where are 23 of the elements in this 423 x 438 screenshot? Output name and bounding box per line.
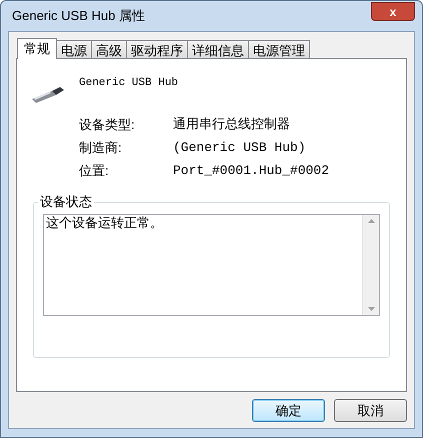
scrollbar[interactable] [362, 215, 379, 315]
property-label: 制造商: [79, 138, 123, 157]
window-title: Generic USB Hub 属性 [11, 7, 145, 26]
close-button[interactable]: x [371, 2, 415, 21]
status-text: 这个设备运转正常。 [45, 215, 164, 232]
tab[interactable]: 常规 [17, 38, 57, 59]
dialog-button[interactable]: 确定 [252, 399, 325, 422]
tab[interactable]: 驱动程序 [126, 40, 188, 58]
scroll-up-icon[interactable] [368, 219, 374, 223]
scroll-down-icon[interactable] [368, 307, 374, 311]
property-value: Port_#0001.Hub_#0002 [173, 162, 330, 180]
property-label: 位置: [79, 162, 110, 180]
group-title: 设备状态 [38, 194, 94, 210]
property-label: 设备类型: [79, 116, 136, 134]
tab[interactable]: 电源管理 [248, 40, 310, 58]
tab[interactable]: 电源 [56, 40, 92, 58]
status-text-area[interactable]: 这个设备运转正常。 [43, 214, 380, 316]
tab[interactable]: 高级 [91, 40, 127, 58]
dialog-button[interactable]: 取消 [334, 399, 407, 422]
property-value: (Generic USB Hub) [173, 138, 306, 157]
tab[interactable]: 详细信息 [187, 40, 249, 58]
device-name: Generic USB Hub [79, 76, 178, 91]
property-value: 通用串行总线控制器 [173, 116, 290, 134]
